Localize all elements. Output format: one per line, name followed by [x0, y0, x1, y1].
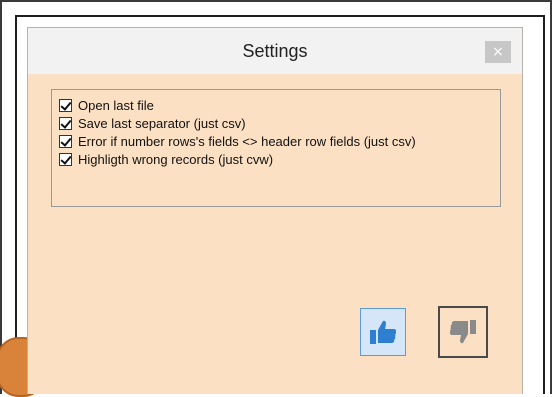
option-label: Highligth wrong records (just cvw): [78, 151, 274, 167]
cancel-button[interactable]: [438, 306, 488, 358]
checkbox[interactable]: [59, 98, 72, 112]
checkbox[interactable]: [59, 152, 72, 166]
checkbox[interactable]: [59, 134, 72, 148]
close-button[interactable]: ×: [485, 41, 511, 63]
options-group: Open last file Save last separator (just…: [51, 89, 501, 207]
option-highlight-wrong-records[interactable]: Highligth wrong records (just cvw): [59, 150, 273, 168]
option-error-field-mismatch[interactable]: Error if number rows's fields <> header …: [59, 132, 416, 150]
option-label: Save last separator (just csv): [78, 115, 246, 131]
thumbs-up-icon: [370, 320, 396, 344]
close-icon: ×: [492, 44, 504, 60]
checkbox[interactable]: [59, 116, 72, 130]
window-title: Settings: [242, 41, 308, 61]
option-label: Error if number rows's fields <> header …: [78, 133, 416, 149]
ok-button[interactable]: [360, 308, 406, 356]
settings-window: Settings × Open last file Save last sepa…: [27, 27, 523, 394]
option-label: Open last file: [78, 97, 154, 113]
option-open-last-file[interactable]: Open last file: [59, 96, 154, 114]
thumbs-down-icon: [450, 320, 476, 344]
option-save-last-separator[interactable]: Save last separator (just csv): [59, 114, 246, 132]
title-bar: Settings ×: [28, 28, 522, 74]
